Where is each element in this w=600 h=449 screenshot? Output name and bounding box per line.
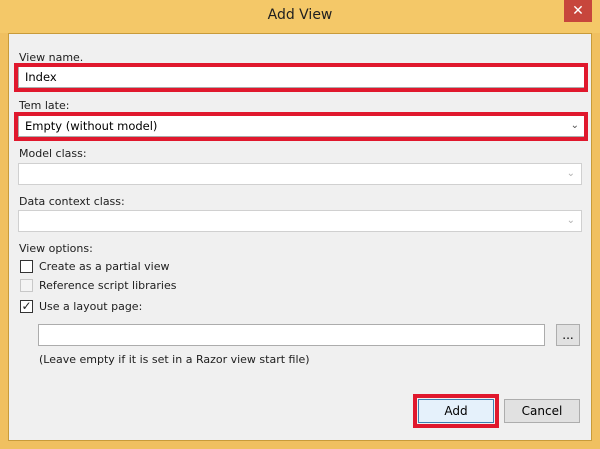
title-bar[interactable]: Add View ✕ <box>0 0 600 33</box>
template-select[interactable]: Empty (without model) ⌄ <box>18 115 586 137</box>
partial-view-label[interactable]: Create as a partial view <box>39 260 170 273</box>
chevron-down-icon: ⌄ <box>566 168 575 179</box>
template-selected-value: Empty (without model) <box>25 119 158 133</box>
chevron-down-icon: ⌄ <box>566 215 575 226</box>
browse-button[interactable]: ... <box>556 324 580 346</box>
model-class-label: Model class: <box>19 147 87 160</box>
view-options-label: View options: <box>19 242 93 255</box>
dialog-body: View name. Index Tem late: Empty (withou… <box>8 33 592 441</box>
layout-page-label[interactable]: Use a layout page: <box>39 300 142 313</box>
view-name-input[interactable]: Index <box>18 66 586 88</box>
cancel-button[interactable]: Cancel <box>504 399 580 423</box>
dialog-title: Add View <box>267 7 333 23</box>
script-libraries-checkbox <box>20 279 33 292</box>
data-context-select: ⌄ <box>18 210 582 232</box>
close-icon: ✕ <box>572 3 584 19</box>
template-label: Tem late: <box>19 99 70 112</box>
add-button[interactable]: Add <box>418 399 494 423</box>
layout-page-checkbox[interactable]: ✓ <box>20 300 33 313</box>
partial-view-checkbox[interactable] <box>20 260 33 273</box>
checkmark-icon: ✓ <box>21 299 32 313</box>
layout-hint: (Leave empty if it is set in a Razor vie… <box>39 353 310 366</box>
chevron-down-icon: ⌄ <box>570 120 579 131</box>
add-view-dialog: Add View ✕ View name. Index Tem late: Em… <box>0 0 600 449</box>
script-libraries-label: Reference script libraries <box>39 279 177 292</box>
data-context-label: Data context class: <box>19 195 125 208</box>
layout-page-input[interactable] <box>38 324 545 346</box>
view-name-label: View name. <box>19 51 84 64</box>
model-class-select: ⌄ <box>18 163 582 185</box>
close-button[interactable]: ✕ <box>564 0 592 22</box>
